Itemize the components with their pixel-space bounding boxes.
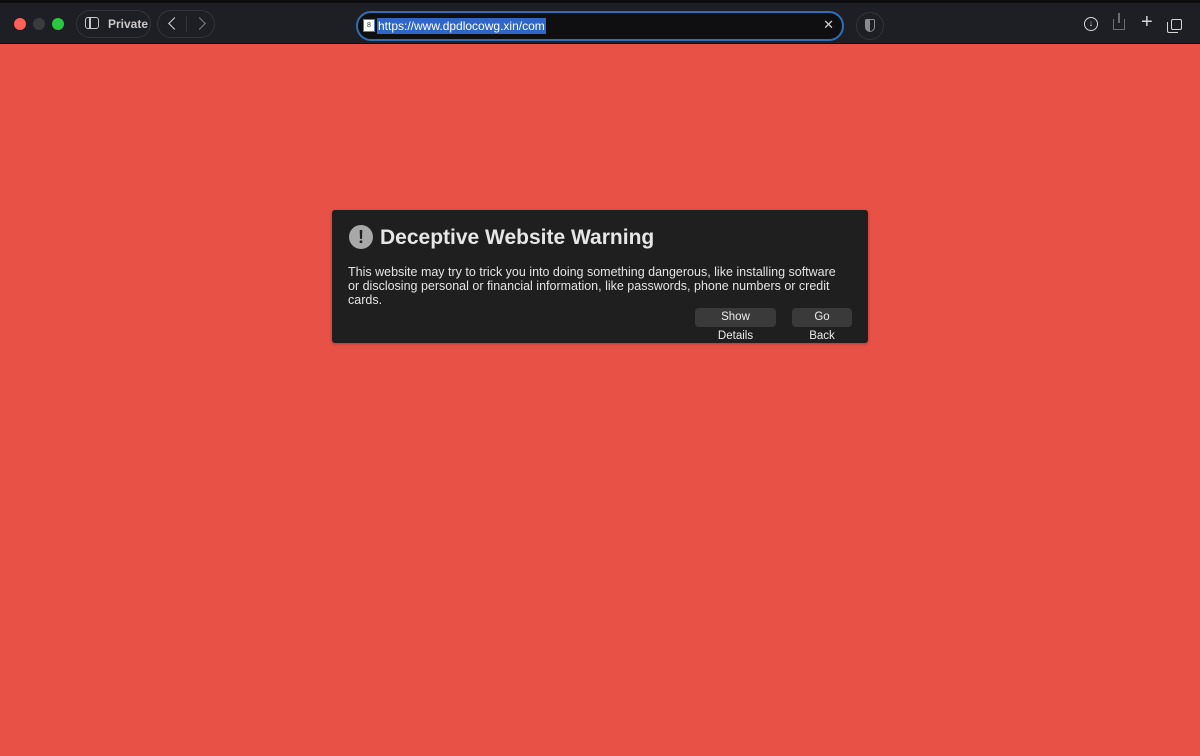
toolbar-actions: ↓ + (1076, 10, 1192, 38)
download-icon[interactable]: ↓ (1084, 17, 1098, 31)
browser-toolbar: Private 8 https://www.dpdlocowg.xin/com … (0, 0, 1200, 44)
sidebar-icon (85, 17, 99, 29)
private-label: Private (108, 17, 149, 31)
tab-overview-icon[interactable] (1167, 19, 1182, 33)
nav-divider (186, 16, 187, 32)
address-bar[interactable]: 8 https://www.dpdlocowg.xin/com ✕ (356, 11, 844, 41)
privacy-report-button[interactable] (856, 12, 884, 40)
warning-body: This website may try to trick you into d… (348, 265, 836, 307)
back-chevron-icon[interactable] (168, 17, 181, 30)
window-zoom-button[interactable] (52, 18, 64, 30)
exclamation-icon: ! (349, 225, 373, 249)
clear-url-icon[interactable]: ✕ (823, 18, 834, 32)
deceptive-website-warning: ! Deceptive Website Warning This website… (332, 210, 868, 343)
new-tab-icon[interactable]: + (1141, 12, 1153, 32)
navigation-buttons (157, 10, 215, 38)
favicon-icon: 8 (363, 19, 375, 32)
forward-chevron-icon[interactable] (193, 17, 206, 30)
warning-title: Deceptive Website Warning (380, 226, 655, 249)
shield-icon (865, 19, 875, 32)
url-text[interactable]: https://www.dpdlocowg.xin/com (377, 18, 546, 34)
show-details-button[interactable]: Show Details (695, 308, 776, 342)
go-back-button[interactable]: Go Back (792, 308, 852, 342)
window-close-button[interactable] (14, 18, 26, 30)
share-icon[interactable] (1113, 13, 1125, 30)
sidebar-toggle-button[interactable]: Private (76, 10, 151, 38)
window-minimize-button[interactable] (33, 18, 45, 30)
